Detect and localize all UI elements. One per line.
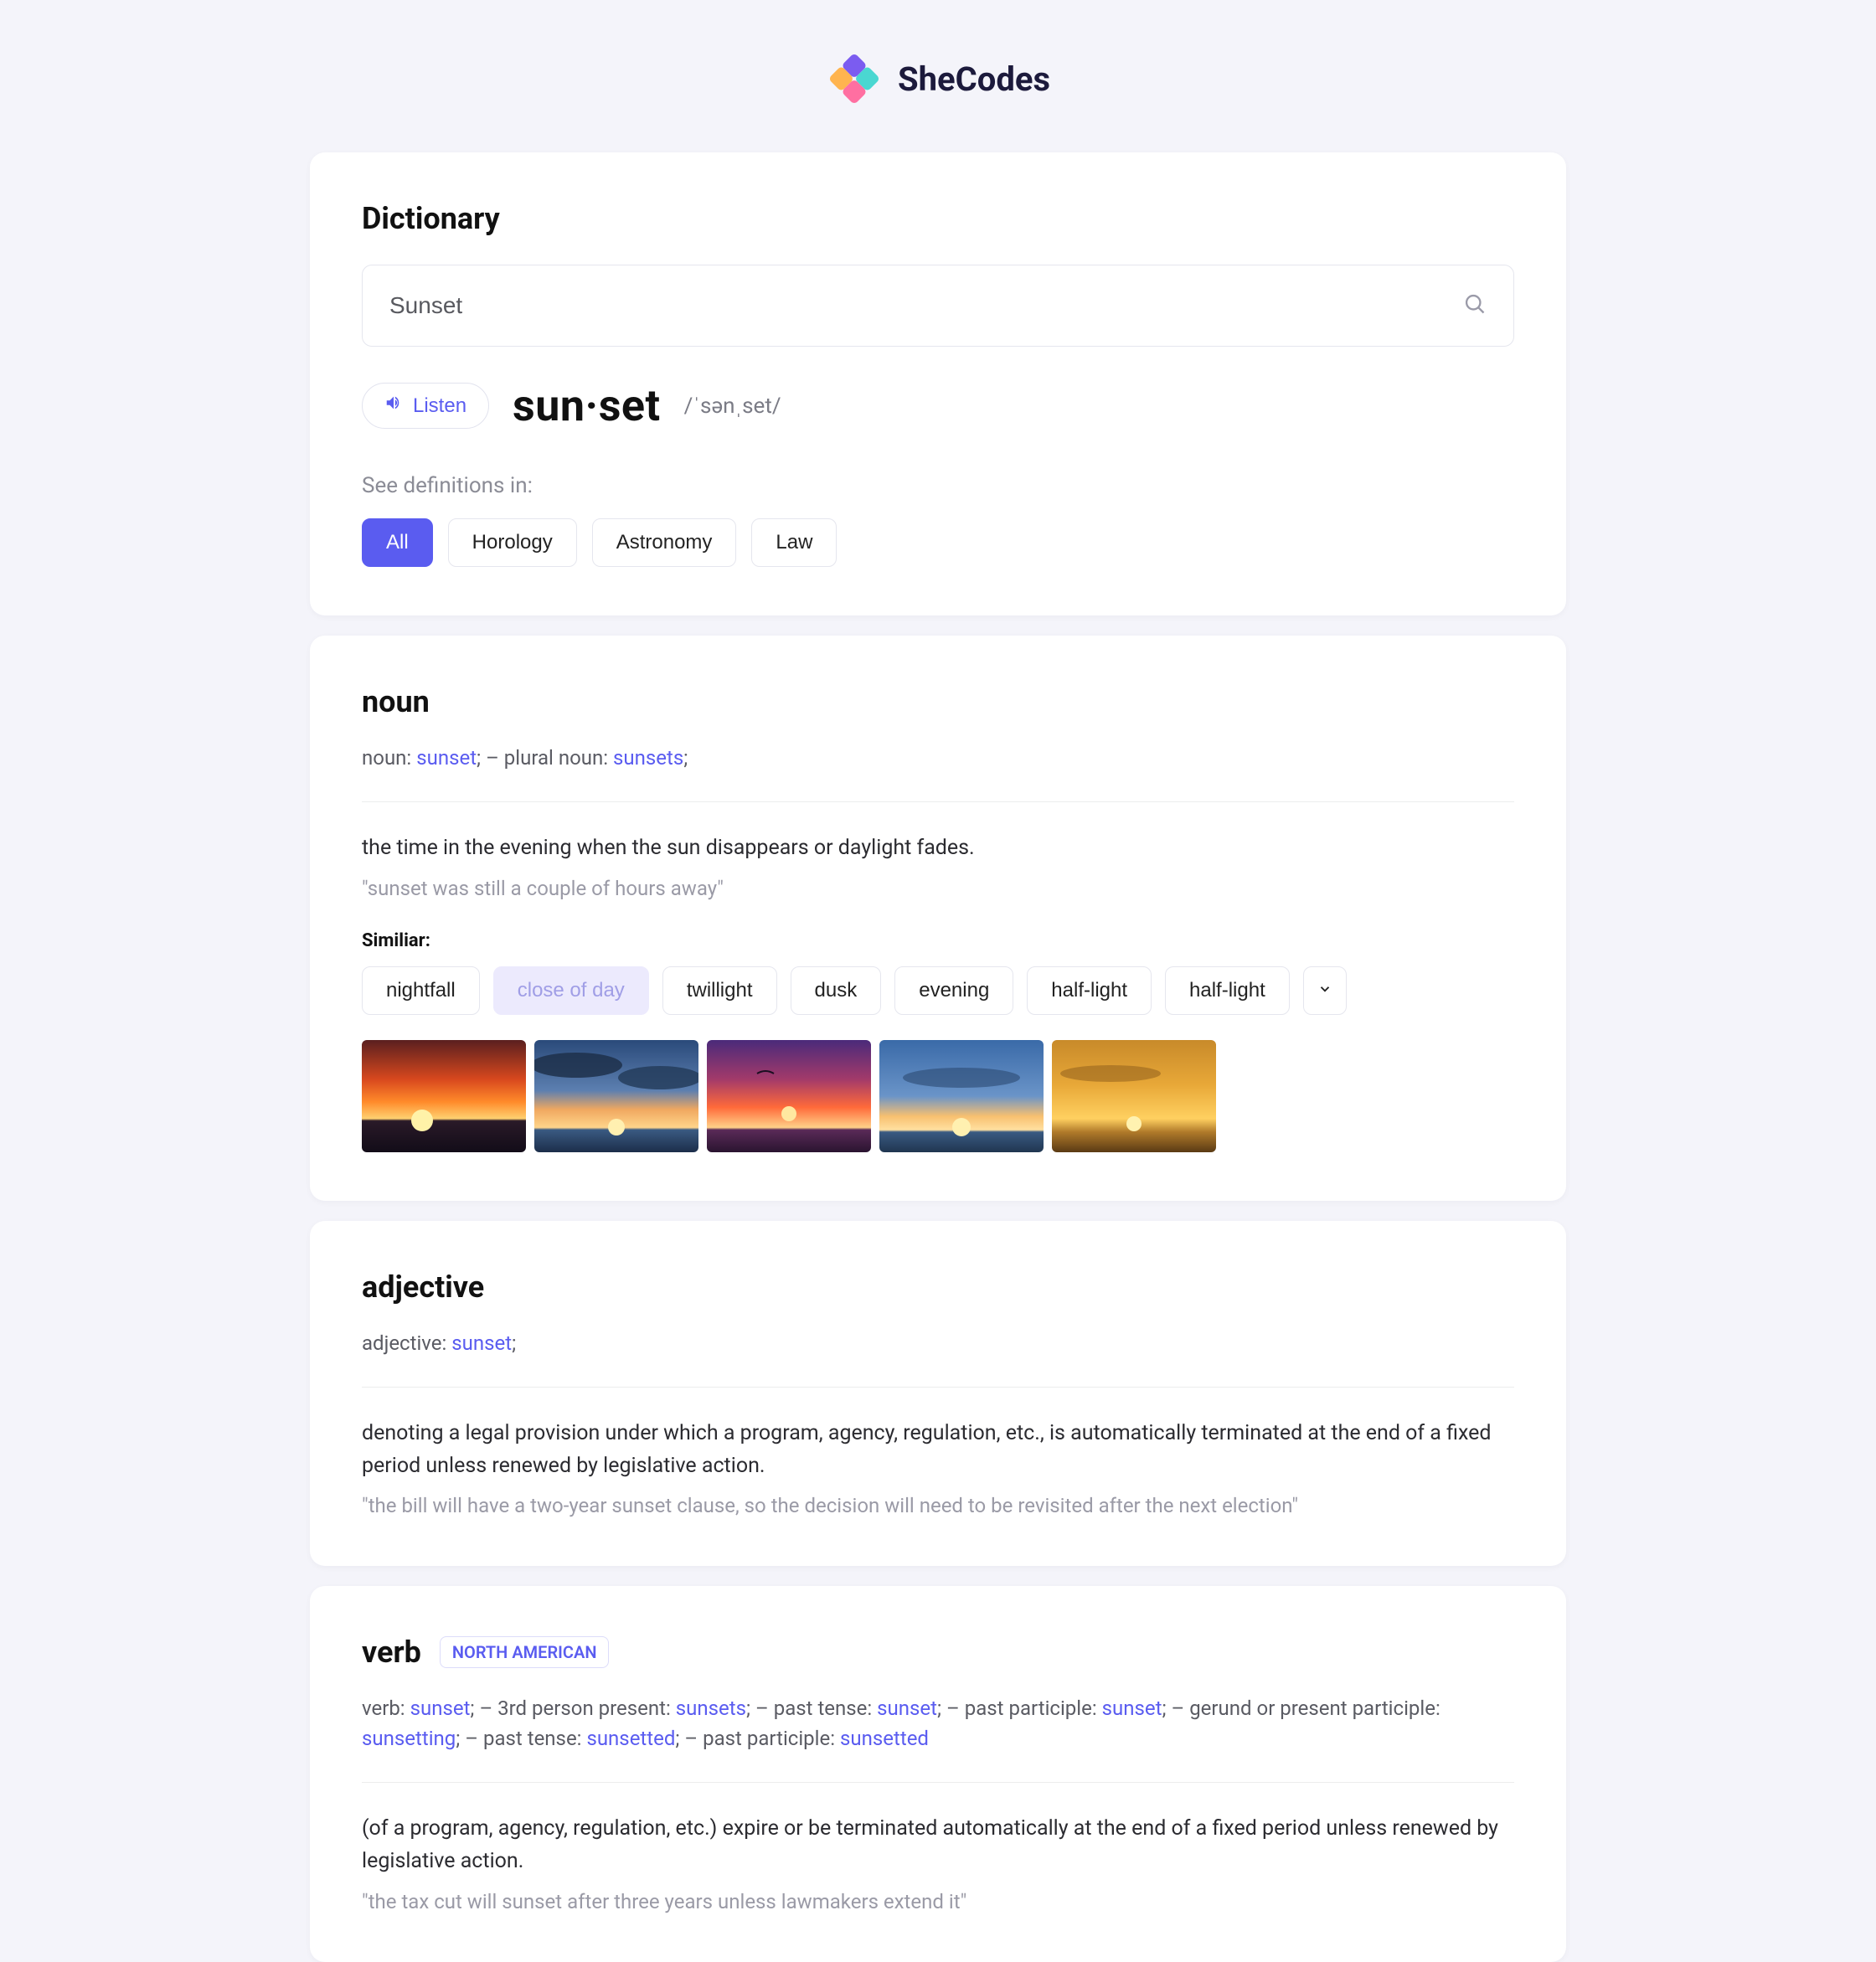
listen-button[interactable]: Listen [362, 383, 489, 429]
sunset-thumb-1[interactable] [362, 1040, 526, 1152]
filter-chip-horology[interactable]: Horology [448, 518, 577, 567]
sunset-thumb-5[interactable] [1052, 1040, 1216, 1152]
adjective-example: "the bill will have a two-year sunset cl… [362, 1494, 1514, 1517]
filter-chip-astronomy[interactable]: Astronomy [592, 518, 737, 567]
see-definitions-label: See definitions in: [362, 473, 1514, 498]
similar-chip[interactable]: evening [894, 966, 1013, 1015]
noun-definition: the time in the evening when the sun dis… [362, 832, 1514, 865]
similar-chip[interactable]: close of day [493, 966, 649, 1015]
search-box[interactable] [362, 265, 1514, 347]
headword: sun·set [513, 380, 661, 431]
page-title: Dictionary [362, 201, 1514, 236]
sunset-thumb-4[interactable] [879, 1040, 1044, 1152]
word-form: sunsetted [586, 1727, 675, 1750]
noun-forms: noun: sunset; – plural noun: sunsets; [362, 743, 1514, 802]
word-form: sunset [1102, 1697, 1162, 1720]
logo-text: SheCodes [898, 59, 1050, 99]
filter-chip-all[interactable]: All [362, 518, 433, 567]
word-form: sunset [410, 1697, 471, 1720]
filter-chips: All Horology Astronomy Law [362, 518, 1514, 567]
verb-region-badge: NORTH AMERICAN [440, 1636, 610, 1668]
search-icon[interactable] [1463, 292, 1487, 319]
pos-title-noun: noun [362, 684, 1514, 719]
logo: SheCodes [310, 50, 1566, 111]
similar-chip[interactable]: half-light [1027, 966, 1152, 1015]
adjective-forms: adjective: sunset; [362, 1328, 1514, 1388]
listen-label: Listen [413, 394, 466, 418]
image-thumbnails [362, 1040, 1514, 1152]
word-form: sunsetted [840, 1727, 929, 1750]
pos-title-verb: verb [362, 1635, 421, 1670]
verb-card: verb NORTH AMERICAN verb: sunset; – 3rd … [310, 1586, 1566, 1962]
sunset-thumb-3[interactable] [707, 1040, 871, 1152]
filter-chip-law[interactable]: Law [751, 518, 837, 567]
word-form: sunsets [613, 746, 683, 770]
dictionary-header-card: Dictionary Listen sun·set /ˈsənˌset/ See… [310, 152, 1566, 615]
search-input[interactable] [389, 292, 1463, 319]
similar-chip[interactable]: nightfall [362, 966, 480, 1015]
shecodes-logo-icon [826, 50, 883, 107]
sound-icon [384, 394, 403, 418]
chevron-down-icon [1317, 979, 1332, 1002]
phonetic: /ˈsənˌset/ [684, 393, 781, 419]
verb-example: "the tax cut will sunset after three yea… [362, 1890, 1514, 1913]
noun-example: "sunset was still a couple of hours away… [362, 877, 1514, 900]
similar-chip[interactable]: half-light [1165, 966, 1290, 1015]
expand-similar-button[interactable] [1303, 966, 1347, 1015]
word-form: sunset [877, 1697, 937, 1720]
adjective-definition: denoting a legal provision under which a… [362, 1418, 1514, 1483]
adjective-card: adjective adjective: sunset; denoting a … [310, 1221, 1566, 1567]
similar-label: Similiar: [362, 930, 1514, 951]
sunset-thumb-2[interactable] [534, 1040, 698, 1152]
word-form: sunsetting [362, 1727, 456, 1750]
noun-card: noun noun: sunset; – plural noun: sunset… [310, 636, 1566, 1201]
similar-chip[interactable]: dusk [791, 966, 882, 1015]
word-form: sunset [451, 1331, 512, 1355]
word-form: sunsets [676, 1697, 746, 1720]
pos-title-adjective: adjective [362, 1269, 1514, 1305]
similar-terms: nightfall close of day twillight duskevenin… [362, 966, 1514, 1015]
verb-definition: (of a program, agency, regulation, etc.)… [362, 1813, 1514, 1878]
similar-chip[interactable]: twillight [662, 966, 777, 1015]
word-form: sunset [416, 746, 477, 770]
verb-forms: verb: sunset; – 3rd person present: suns… [362, 1693, 1514, 1783]
